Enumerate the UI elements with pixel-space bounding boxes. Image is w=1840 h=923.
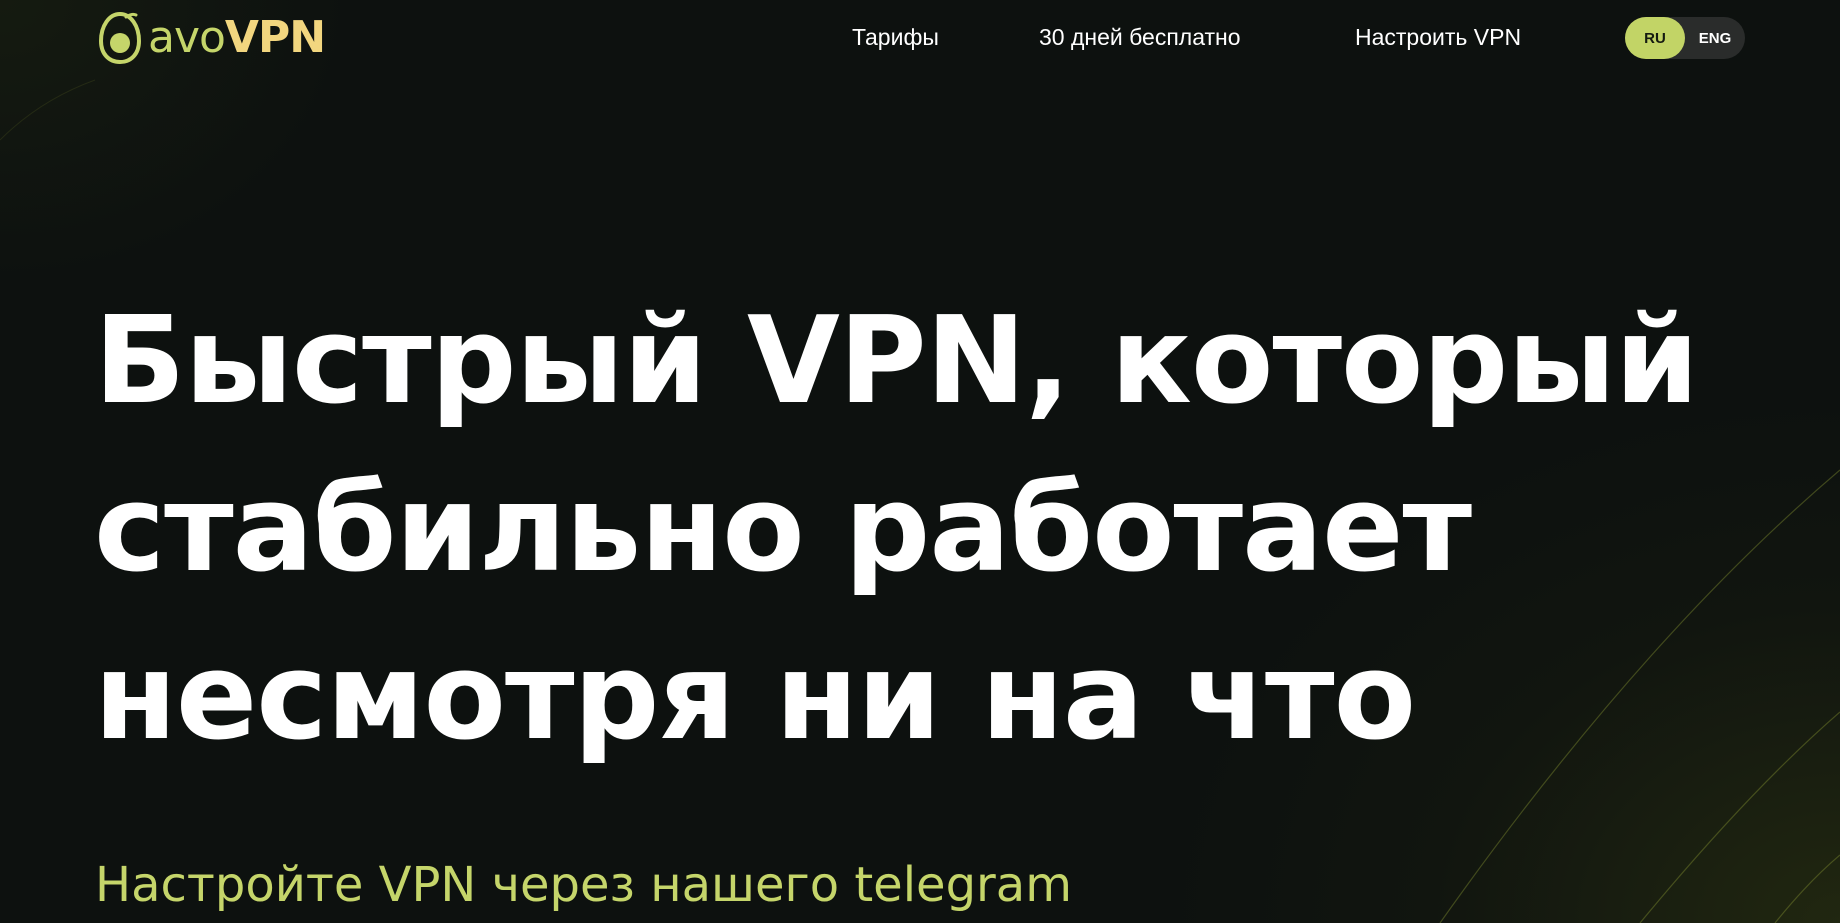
hero-title-line: несмотря ни на что (94, 628, 1416, 767)
language-switch: RU ENG (1625, 17, 1745, 59)
hero-title: Быстрый VPN, который стабильно работает … (94, 278, 1699, 782)
avocado-icon (98, 11, 142, 65)
language-option-ru[interactable]: RU (1625, 17, 1685, 59)
nav-link-tariffs[interactable]: Тарифы (852, 22, 939, 52)
hero-title-line: стабильно работает (94, 460, 1472, 599)
nav-link-free-trial[interactable]: 30 дней бесплатно (1039, 22, 1241, 52)
logo-text: avoVPN (148, 10, 326, 66)
hero-subtitle: Настройте VPN через нашего telegram (95, 857, 1072, 913)
site-header: avoVPN Тарифы 30 дней бесплатно Настроит… (0, 0, 1840, 76)
logo-text-vpn: VPN (224, 12, 326, 63)
language-option-eng[interactable]: ENG (1685, 17, 1745, 59)
logo[interactable]: avoVPN (96, 10, 326, 66)
nav-link-setup-vpn[interactable]: Настроить VPN (1355, 22, 1521, 52)
hero-title-line: Быстрый VPN, который (94, 292, 1699, 431)
logo-text-avo: avo (148, 12, 226, 63)
